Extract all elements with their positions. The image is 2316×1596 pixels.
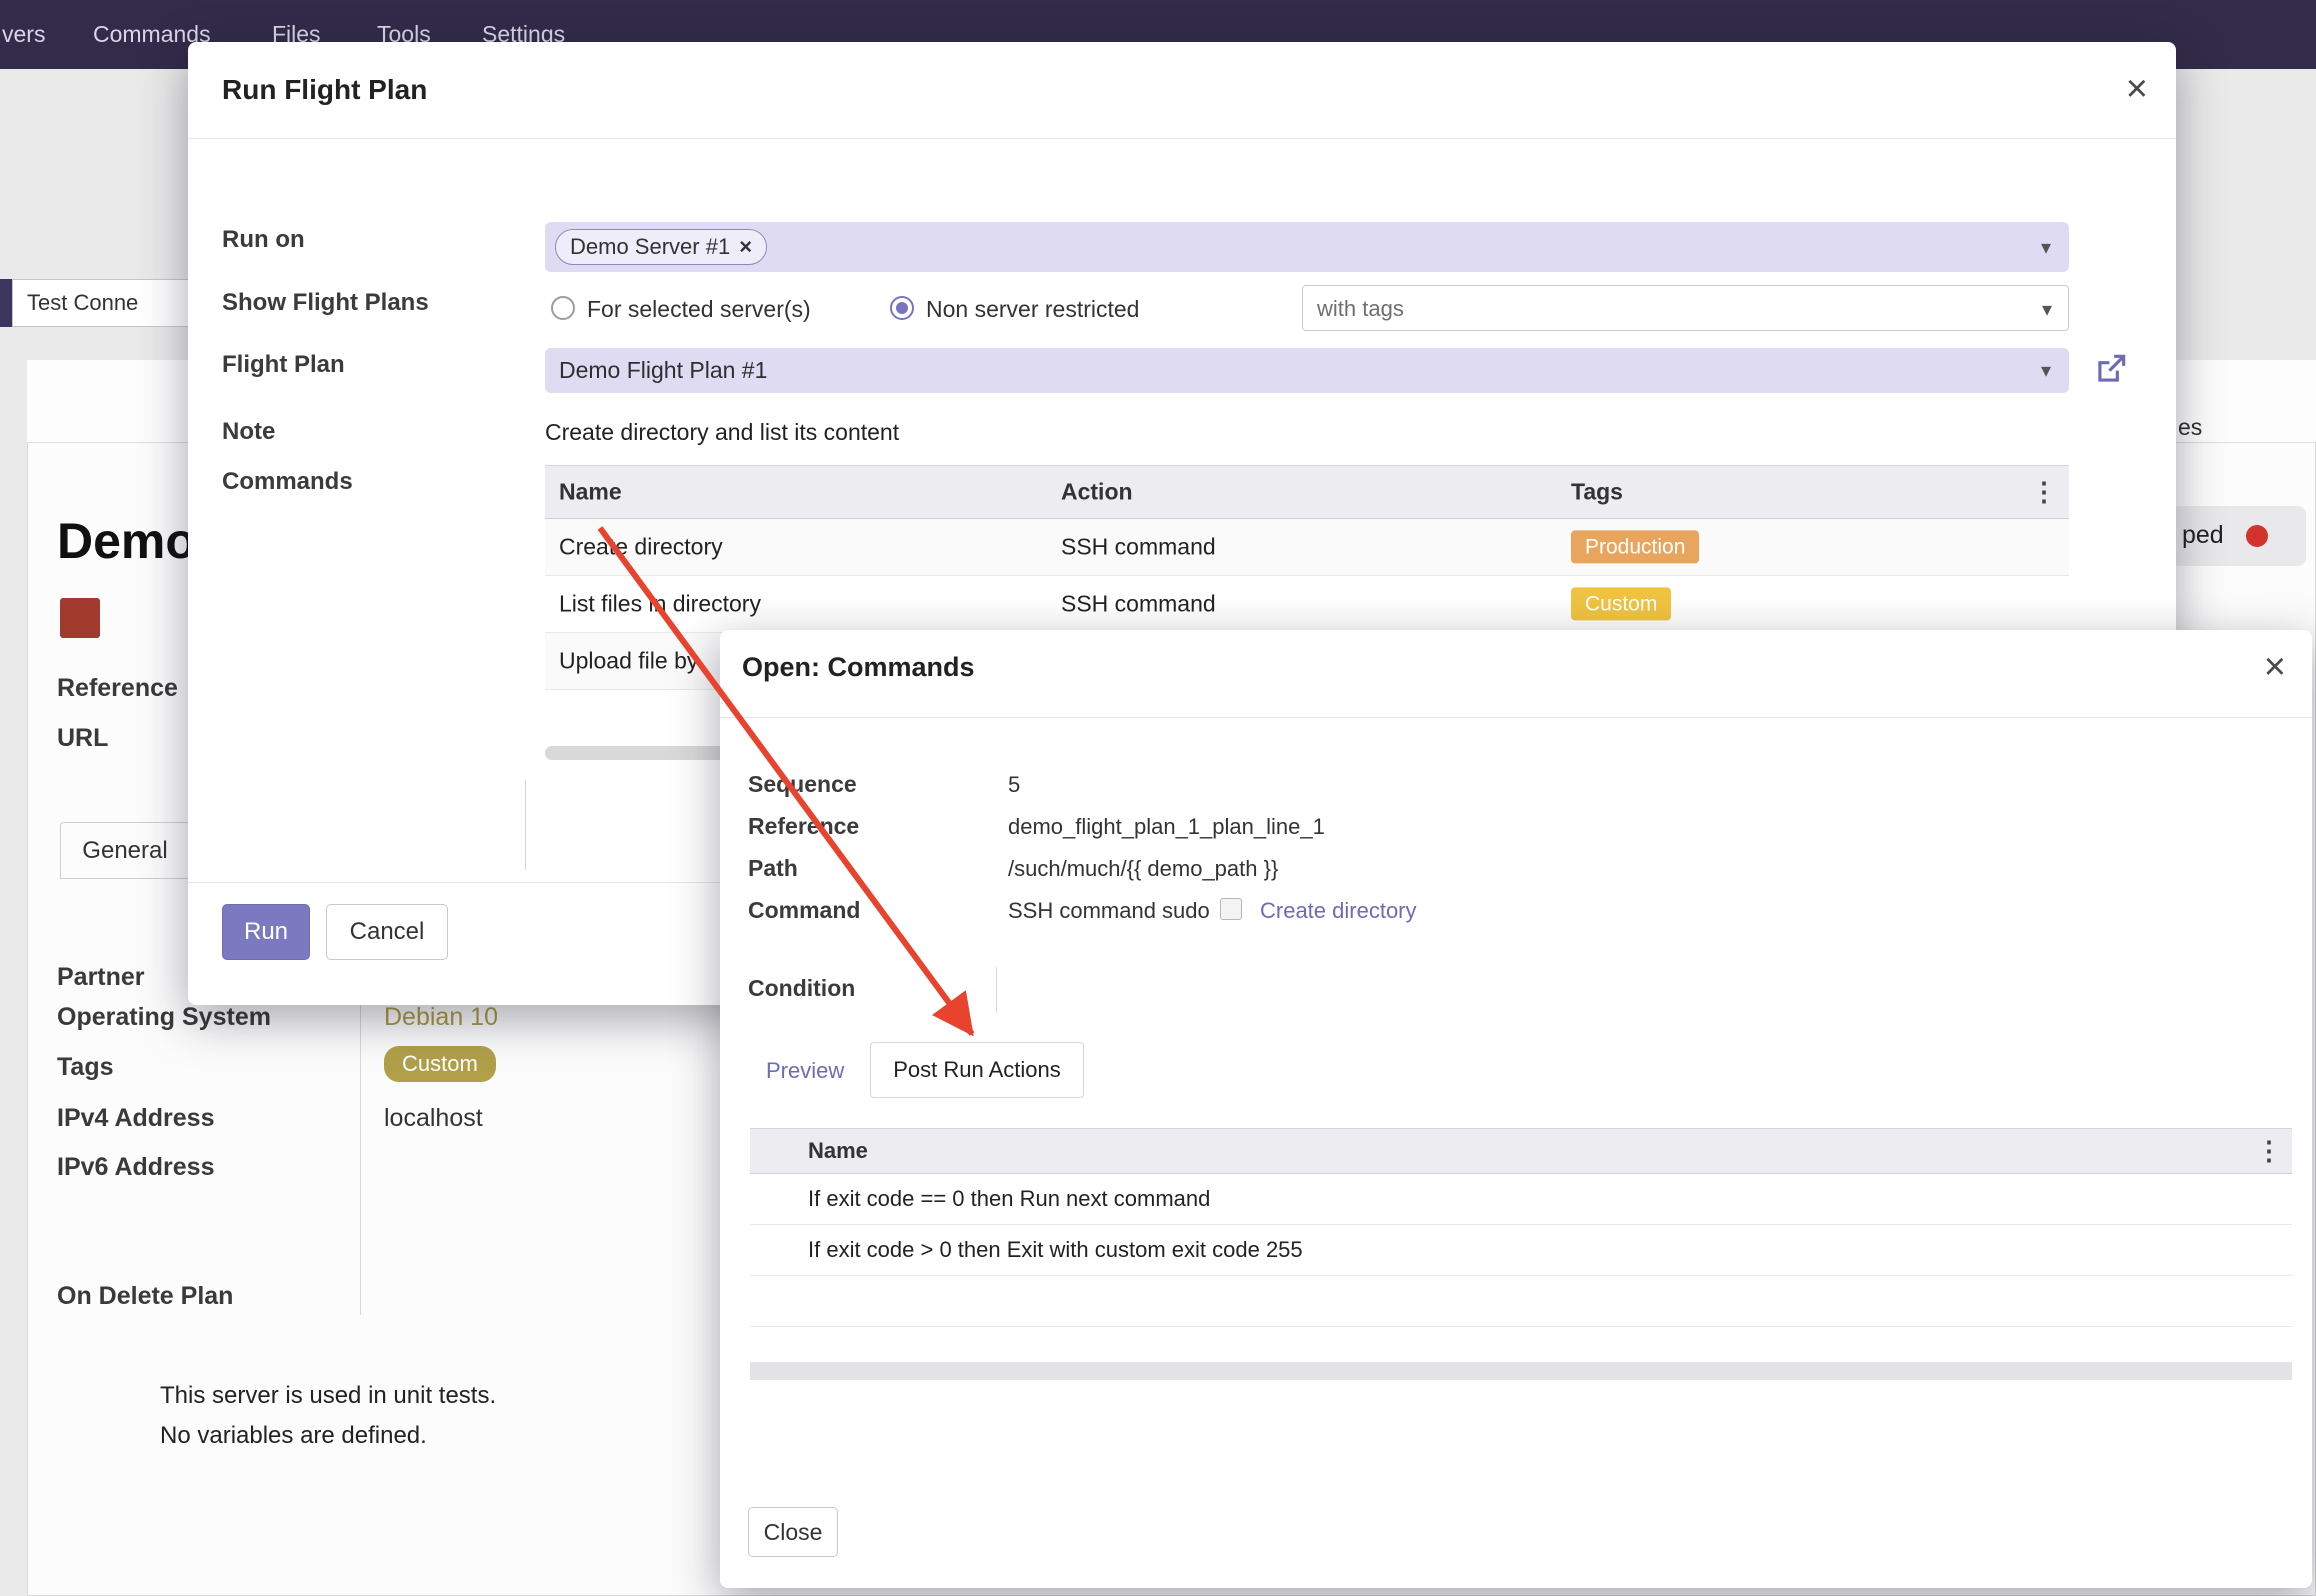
operating-system-label: Operating System xyxy=(57,1003,271,1032)
chip-remove-icon[interactable]: × xyxy=(739,234,752,260)
external-link-icon[interactable] xyxy=(2092,350,2130,388)
reference-field-value: demo_flight_plan_1_plan_line_1 xyxy=(1008,814,1325,840)
tag-production: Production xyxy=(1571,530,1699,563)
create-directory-link[interactable]: Create directory xyxy=(1260,898,1417,924)
run-modal-close-icon[interactable]: × xyxy=(2126,70,2148,108)
chevron-down-icon: ▾ xyxy=(2041,361,2051,381)
unit-test-note: This server is used in unit tests. xyxy=(160,1382,496,1410)
path-label: Path xyxy=(748,855,798,882)
url-label: URL xyxy=(57,724,108,753)
row-name: If exit code > 0 then Exit with custom e… xyxy=(808,1237,1303,1263)
run-modal-header-divider xyxy=(188,138,2176,139)
tags-badge: Custom xyxy=(384,1046,496,1082)
table-row[interactable]: List files in directory SSH command Cust… xyxy=(545,576,2069,633)
screen: vers Commands Files Tools Settings Test … xyxy=(0,0,2316,1596)
command-label: Command xyxy=(748,897,860,924)
ipv4-label: IPv4 Address xyxy=(57,1104,214,1133)
empty-table-row xyxy=(750,1276,2292,1327)
radio-non-server-restricted[interactable] xyxy=(890,296,914,320)
path-value: /such/much/{{ demo_path }} xyxy=(1008,856,1278,882)
run-modal-title: Run Flight Plan xyxy=(222,74,427,106)
sequence-value: 5 xyxy=(1008,772,1020,798)
column-header-name[interactable]: Name xyxy=(559,479,622,506)
post-run-actions-table: Name ⋮ If exit code == 0 then Run next c… xyxy=(750,1128,2292,1327)
show-flight-plans-label: Show Flight Plans xyxy=(222,289,429,317)
table-row[interactable]: Create directory SSH command Production xyxy=(545,519,2069,576)
flight-plan-value: Demo Flight Plan #1 xyxy=(559,357,767,384)
commands-modal-header-divider xyxy=(720,717,2312,718)
note-label: Note xyxy=(222,418,275,446)
table-options-icon[interactable]: ⋮ xyxy=(2256,1136,2282,1167)
server-chip-label: Demo Server #1 xyxy=(570,234,730,260)
tags-label: Tags xyxy=(57,1053,114,1082)
tab-post-run-actions[interactable]: Post Run Actions xyxy=(870,1042,1084,1098)
variables-note: No variables are defined. xyxy=(160,1422,427,1450)
button-group-fragment xyxy=(0,279,12,327)
open-commands-modal: Open: Commands × Sequence 5 Reference de… xyxy=(720,630,2312,1588)
commands-modal-title: Open: Commands xyxy=(742,652,975,683)
row-action: SSH command xyxy=(1061,534,1216,561)
commands-label: Commands xyxy=(222,468,353,496)
test-connection-button[interactable]: Test Conne xyxy=(12,279,196,327)
run-on-label: Run on xyxy=(222,226,305,254)
command-value: SSH command sudo xyxy=(1008,898,1210,924)
column-header-name[interactable]: Name xyxy=(808,1138,868,1164)
operating-system-value[interactable]: Debian 10 xyxy=(384,1003,498,1032)
tab-preview[interactable]: Preview xyxy=(766,1058,844,1084)
ipv6-label: IPv6 Address xyxy=(57,1153,214,1182)
color-swatch[interactable] xyxy=(60,598,100,638)
flight-plan-label: Flight Plan xyxy=(222,351,345,379)
row-name: Upload file by xyxy=(559,648,698,675)
chevron-down-icon: ▾ xyxy=(2042,300,2052,320)
row-action: SSH command xyxy=(1061,591,1216,618)
close-button[interactable]: Close xyxy=(748,1507,838,1557)
plan-description: Create directory and list its content xyxy=(545,419,899,446)
radio-for-selected-servers[interactable] xyxy=(551,296,575,320)
radio-non-server-restricted-label: Non server restricted xyxy=(926,296,1139,323)
row-name: List files in directory xyxy=(559,591,761,618)
row-name: Create directory xyxy=(559,534,723,561)
table-header-row: Name ⋮ xyxy=(750,1128,2292,1174)
form-column-divider xyxy=(360,955,361,1315)
cancel-button[interactable]: Cancel xyxy=(326,904,448,960)
run-button[interactable]: Run xyxy=(222,904,310,960)
ipv4-value: localhost xyxy=(384,1104,483,1133)
condition-field-separator xyxy=(996,967,997,1013)
with-tags-select[interactable]: with tags ▾ xyxy=(1302,285,2069,331)
page-title: Demo xyxy=(57,512,196,570)
reference-label: Reference xyxy=(57,674,178,703)
sudo-checkbox[interactable] xyxy=(1220,898,1242,920)
table-row[interactable]: If exit code > 0 then Exit with custom e… xyxy=(750,1225,2292,1276)
form-separator-line xyxy=(525,780,526,870)
header-text-fragment: es xyxy=(2178,414,2202,441)
tag-custom: Custom xyxy=(1571,587,1671,620)
table-header-row: Name Action Tags ⋮ xyxy=(545,465,2069,519)
table-row[interactable]: If exit code == 0 then Run next command xyxy=(750,1174,2292,1225)
partner-label: Partner xyxy=(57,963,145,992)
sequence-label: Sequence xyxy=(748,771,857,798)
run-on-select[interactable]: Demo Server #1 × ▾ xyxy=(545,222,2069,272)
row-name: If exit code == 0 then Run next command xyxy=(808,1186,1210,1212)
with-tags-value: with tags xyxy=(1317,296,1404,322)
nav-item-servers[interactable]: vers xyxy=(2,0,45,69)
status-badge-label: ped xyxy=(2182,521,2224,550)
commands-modal-close-icon[interactable]: × xyxy=(2264,648,2286,686)
tab-general[interactable]: General xyxy=(60,822,190,879)
column-header-action[interactable]: Action xyxy=(1061,479,1133,506)
server-chip[interactable]: Demo Server #1 × xyxy=(555,229,767,265)
on-delete-plan-label: On Delete Plan xyxy=(57,1282,233,1311)
status-dot-icon xyxy=(2246,525,2268,547)
condition-label: Condition xyxy=(748,975,855,1002)
column-header-tags[interactable]: Tags xyxy=(1571,479,1623,506)
row-tag: Production xyxy=(1571,530,1699,563)
chevron-down-icon: ▾ xyxy=(2041,238,2051,258)
table-options-icon[interactable]: ⋮ xyxy=(2031,477,2057,508)
reference-field-label: Reference xyxy=(748,813,859,840)
row-tag: Custom xyxy=(1571,587,1671,620)
radio-for-selected-servers-label: For selected server(s) xyxy=(587,296,811,323)
horizontal-scrollbar[interactable] xyxy=(750,1362,2292,1380)
flight-plan-select[interactable]: Demo Flight Plan #1 ▾ xyxy=(545,348,2069,393)
